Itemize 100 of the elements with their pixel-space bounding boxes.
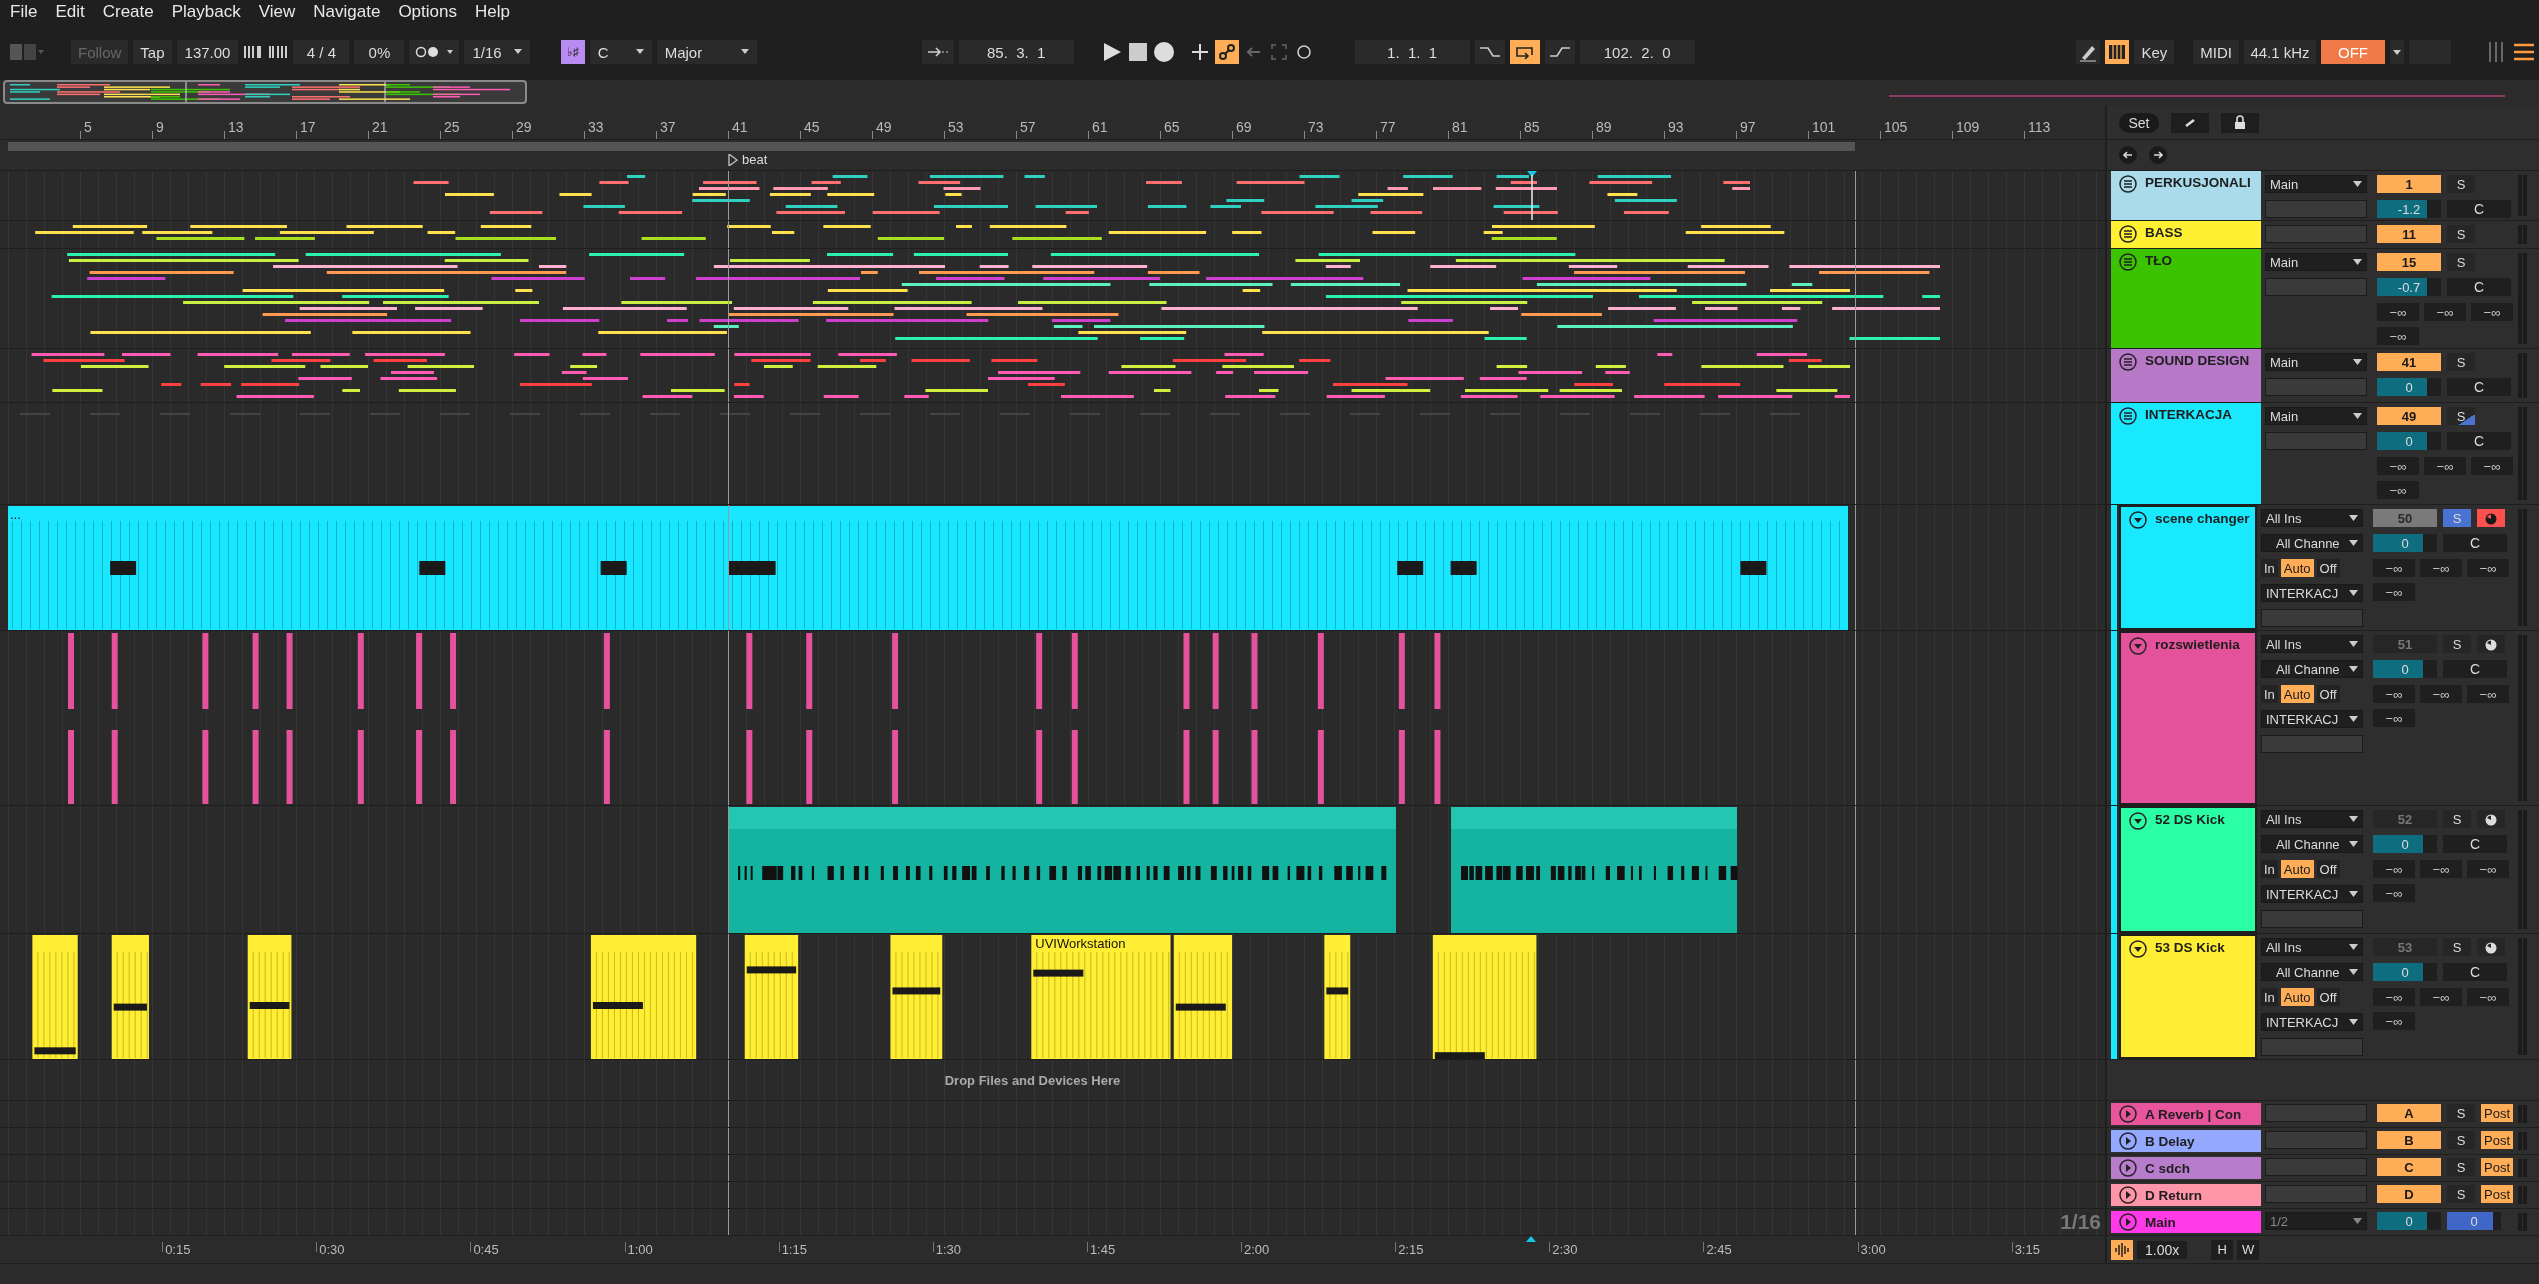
output-dropdown[interactable]: INTERKACJ xyxy=(2261,885,2363,903)
send-value[interactable]: −∞ xyxy=(2373,709,2415,727)
solo-button[interactable]: S xyxy=(2447,1104,2475,1122)
cue-volume-slider[interactable]: 0 xyxy=(2447,1212,2501,1230)
caret-icon[interactable] xyxy=(2390,40,2404,64)
send-value[interactable]: −∞ xyxy=(2420,988,2462,1006)
stop-icon[interactable] xyxy=(1127,42,1148,62)
arrow-right-icon[interactable] xyxy=(2149,146,2167,164)
monitor-button[interactable]: In xyxy=(2261,559,2278,577)
crossfade-button[interactable]: C xyxy=(2443,660,2507,678)
scale-dropdown[interactable]: Major xyxy=(656,40,757,64)
track-activator-button[interactable]: C xyxy=(2377,1158,2441,1176)
crossfade-button[interactable]: C xyxy=(2447,378,2511,396)
track-header[interactable]: TŁO xyxy=(2111,249,2261,348)
crossfade-button[interactable]: C xyxy=(2447,200,2511,218)
track-name[interactable]: TŁO xyxy=(2145,253,2172,268)
crossfade-button[interactable]: C xyxy=(2443,835,2507,853)
input-channel-dropdown[interactable]: All Channe xyxy=(2261,660,2363,678)
input-dropdown[interactable]: All Ins xyxy=(2261,635,2363,653)
output-dropdown[interactable]: INTERKACJ xyxy=(2261,1013,2363,1031)
input-dropdown[interactable]: All Ins xyxy=(2261,938,2363,956)
menu-item[interactable]: Help xyxy=(468,2,522,22)
lines-circle-icon[interactable] xyxy=(2119,253,2137,271)
routing-field[interactable] xyxy=(2261,1038,2363,1056)
track-name[interactable]: C sdch xyxy=(2145,1160,2190,1176)
track-header[interactable]: SOUND DESIGN xyxy=(2111,349,2261,402)
nudge-down-icon[interactable] xyxy=(243,44,264,60)
loop-start-field[interactable]: 1. 1. 1 xyxy=(1354,40,1470,64)
track-header[interactable]: BASS xyxy=(2111,221,2261,248)
post-button[interactable]: Post xyxy=(2481,1131,2513,1149)
solo-button[interactable]: S xyxy=(2447,1185,2475,1203)
volume-slider[interactable]: 0 xyxy=(2377,432,2441,450)
routing-field[interactable] xyxy=(2265,378,2367,396)
volume-slider[interactable]: 0 xyxy=(2373,660,2437,678)
solo-button[interactable]: S xyxy=(2447,353,2475,371)
track-name[interactable]: Main xyxy=(2145,1214,2176,1230)
input-channel-dropdown[interactable]: All Channe xyxy=(2261,835,2363,853)
track-activator-button[interactable]: 15 xyxy=(2377,253,2441,271)
routing-field[interactable] xyxy=(2261,609,2363,627)
lines-circle-icon[interactable] xyxy=(2119,225,2137,243)
send-value[interactable]: −∞ xyxy=(2373,860,2415,878)
track-header[interactable]: INTERKACJA xyxy=(2111,403,2261,504)
track-header[interactable]: PERKUSJONALI xyxy=(2111,171,2261,220)
crossfade-button[interactable]: C xyxy=(2447,432,2511,450)
play-circle-icon[interactable] xyxy=(2119,1105,2137,1123)
arrangement-position-field[interactable]: 85. 3. 1 xyxy=(958,40,1074,64)
menu-icon[interactable] xyxy=(2513,41,2535,63)
output-dropdown[interactable]: Main xyxy=(2265,253,2367,271)
volume-slider[interactable]: -1.2 xyxy=(2377,200,2441,218)
lock-icon[interactable] xyxy=(2221,112,2259,133)
link-icon[interactable] xyxy=(1214,40,1239,64)
menu-item[interactable]: Create xyxy=(96,2,166,22)
return-track-header[interactable]: A Reverb | Con xyxy=(2111,1103,2261,1125)
track-activator-button[interactable]: 41 xyxy=(2377,353,2441,371)
monitor-button[interactable]: Auto xyxy=(2280,559,2314,577)
lines-circle-icon[interactable] xyxy=(2119,175,2137,193)
send-value[interactable]: −∞ xyxy=(2467,988,2509,1006)
menu-item[interactable]: Playback xyxy=(165,2,253,22)
monitor-button[interactable]: In xyxy=(2261,685,2278,703)
track-activator-button[interactable]: A xyxy=(2377,1104,2441,1122)
output-dropdown[interactable]: Main xyxy=(2265,407,2367,425)
solo-button[interactable]: S xyxy=(2443,938,2471,956)
loop-icon[interactable] xyxy=(1509,40,1540,64)
waveform-icon[interactable] xyxy=(2111,1239,2133,1260)
arrow-left-icon[interactable] xyxy=(2119,146,2137,164)
track-header[interactable]: 53 DS Kick xyxy=(2119,934,2257,1059)
layout-toggle-icon[interactable] xyxy=(10,42,44,62)
return-track-header[interactable]: C sdch xyxy=(2111,1157,2261,1179)
record-arm-icon[interactable] xyxy=(2477,810,2505,828)
tap-button[interactable]: Tap xyxy=(133,40,172,64)
track-header[interactable]: scene changer xyxy=(2119,505,2257,630)
quantization-dropdown[interactable]: 1/16 xyxy=(464,40,530,64)
track-header[interactable]: rozswietlenia xyxy=(2119,631,2257,805)
send-value[interactable]: −∞ xyxy=(2373,583,2415,601)
link-icon[interactable] xyxy=(2171,112,2209,133)
record-arm-icon[interactable] xyxy=(2477,509,2505,527)
plus-icon[interactable] xyxy=(1189,42,1210,62)
menu-item[interactable]: Options xyxy=(392,2,469,22)
send-value[interactable]: −∞ xyxy=(2373,559,2415,577)
track-activator-button[interactable]: D xyxy=(2377,1185,2441,1203)
volume-slider[interactable]: 0 xyxy=(2373,534,2437,552)
routing-field[interactable] xyxy=(2265,1158,2367,1176)
output-dropdown[interactable]: Main xyxy=(2265,175,2367,193)
record-arm-icon[interactable] xyxy=(2477,938,2505,956)
track-name[interactable]: INTERKACJA xyxy=(2145,407,2232,422)
locator-label[interactable]: beat xyxy=(742,152,768,167)
send-value[interactable]: −∞ xyxy=(2467,685,2509,703)
play-circle-icon[interactable] xyxy=(2119,1213,2137,1231)
track-name[interactable]: rozswietlenia xyxy=(2155,637,2240,652)
input-channel-dropdown[interactable]: All Channe xyxy=(2261,534,2363,552)
crossfade-button[interactable]: C xyxy=(2443,534,2507,552)
routing-field[interactable] xyxy=(2265,1104,2367,1122)
triangle-circle-icon[interactable] xyxy=(2129,511,2147,529)
monitor-button[interactable]: In xyxy=(2261,860,2278,878)
playhead-icon[interactable] xyxy=(1527,171,1537,220)
send-value[interactable]: −∞ xyxy=(2420,559,2462,577)
punch-in-icon[interactable] xyxy=(1474,40,1505,64)
triangle-circle-icon[interactable] xyxy=(2129,940,2147,958)
send-value[interactable]: −∞ xyxy=(2377,457,2419,475)
send-value[interactable]: −∞ xyxy=(2377,303,2419,321)
